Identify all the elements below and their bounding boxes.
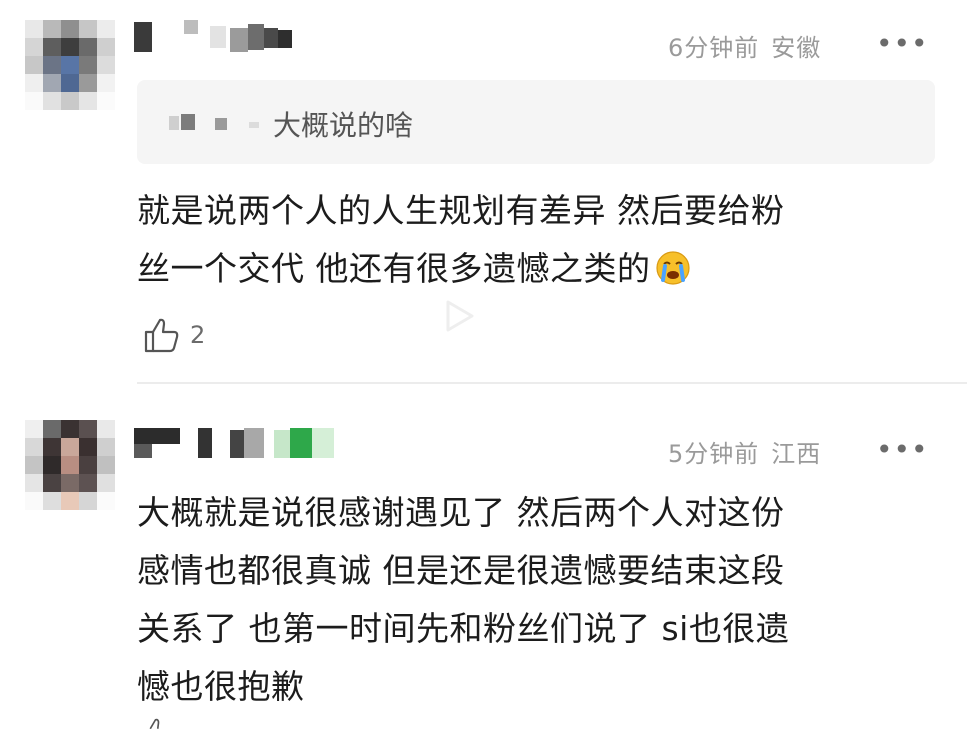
reply-quote-text: 大概说的啥 [273,109,414,142]
comment-location: 安徽 [771,34,822,62]
reply-quote-box[interactable]: 大概说的啥 [137,80,935,164]
comment-divider [137,382,967,384]
user-avatar[interactable] [25,420,117,512]
like-button[interactable]: 2 [142,314,205,356]
comment-time: 6分钟前 [668,34,760,62]
more-options-icon[interactable]: ••• [876,436,929,464]
user-avatar[interactable] [25,20,117,112]
like-count: 2 [190,321,206,349]
comment-body: 就是说两个人的人生规划有差异 然后要给粉 丝一个交代 他还有很多遗憾之类的 [137,182,785,298]
more-options-icon[interactable]: ••• [876,30,929,58]
play-icon [446,300,474,332]
comment-meta: 5分钟前 江西 [668,434,821,469]
quoted-username [169,114,261,132]
comment-line: 关系了 也第一时间先和粉丝们说了 si也很遗 [137,609,790,648]
comment-line: 憾也很抱歉 [137,667,305,706]
comment-line: 感情也都很真诚 但是还是很遗憾要结束这段 [137,551,785,590]
comment-line: 大概就是说很感谢遇见了 然后两个人对这份 [137,493,785,532]
username[interactable] [134,20,294,54]
comment-meta: 6分钟前 安徽 [668,28,821,63]
crying-face-emoji-icon [655,251,690,285]
username[interactable] [134,426,340,460]
comment-location: 江西 [771,440,822,468]
comment-body: 大概就是说很感谢遇见了 然后两个人对这份 感情也都很真诚 但是还是很遗憾要结束这… [137,484,789,716]
comment-time: 5分钟前 [668,440,760,468]
comment-line-text: 丝一个交代 他还有很多遗憾之类的 [137,249,651,288]
thumbs-up-icon [144,318,179,353]
thumbs-up-icon[interactable] [142,716,172,729]
comment-line: 就是说两个人的人生规划有差异 然后要给粉 [137,191,785,230]
comment-line-2: 丝一个交代 他还有很多遗憾之类的 [137,240,785,298]
